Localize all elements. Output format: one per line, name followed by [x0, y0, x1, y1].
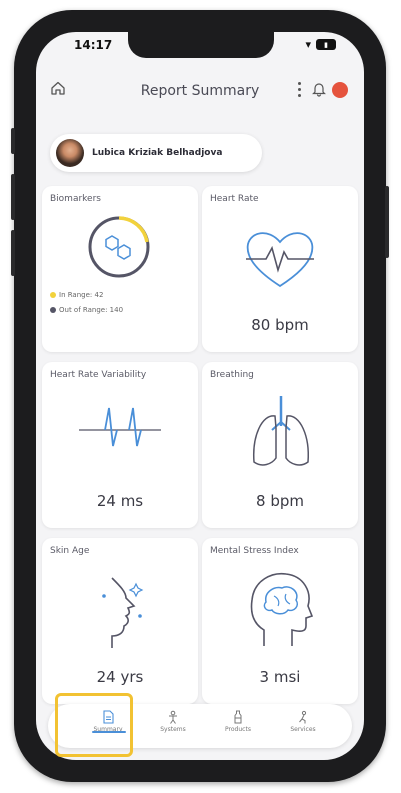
card-breathing[interactable]: Breathing 8 bpm: [202, 362, 358, 528]
card-mental-stress-index[interactable]: Mental Stress Index 3 msi: [202, 538, 358, 704]
nav-label: Systems: [160, 726, 186, 733]
status-icons: ▾ ▮: [305, 38, 336, 51]
out-of-range-label: Out of Range: 140: [59, 306, 124, 314]
notification-badge[interactable]: [332, 82, 348, 98]
service-icon: [299, 710, 307, 724]
user-profile-chip[interactable]: Lubica Kriziak Belhadjova: [50, 134, 262, 172]
body-icon: [169, 710, 177, 724]
face-profile-icon: [90, 572, 150, 656]
mental-stress-value: 3 msi: [259, 668, 301, 686]
hrv-value: 24 ms: [96, 492, 144, 510]
heart-rate-value: 80 bpm: [251, 316, 309, 334]
camera-notch: [128, 32, 274, 58]
breathing-value: 8 bpm: [256, 492, 304, 510]
battery-icon: ▮: [316, 39, 336, 50]
skin-age-value: 24 yrs: [96, 668, 144, 686]
active-tab-indicator: [92, 731, 126, 733]
app-screen: 14:17 ▾ ▮ Report Summary Lubica Kriziak …: [36, 32, 364, 760]
ecg-spikes-icon: [77, 402, 163, 456]
card-title: Breathing: [210, 370, 254, 380]
avatar: [56, 139, 84, 167]
card-title: Heart Rate: [210, 194, 259, 204]
phone-frame: 14:17 ▾ ▮ Report Summary Lubica Kriziak …: [11, 10, 389, 782]
card-heart-rate-variability[interactable]: Heart Rate Variability 24 ms: [42, 362, 198, 528]
legend-in-range: In Range: 42: [50, 291, 103, 299]
card-biomarkers[interactable]: Biomarkers In Range: 42 Out of Range: 14…: [42, 186, 198, 352]
card-heart-rate[interactable]: Heart Rate 80 bpm: [202, 186, 358, 352]
nav-item-systems[interactable]: Systems: [143, 710, 203, 733]
card-skin-age[interactable]: Skin Age 24 yrs: [42, 538, 198, 704]
document-icon: [103, 710, 114, 724]
mute-switch: [11, 128, 15, 154]
in-range-dot: [50, 292, 56, 298]
card-title: Biomarkers: [50, 194, 101, 204]
lungs-icon: [248, 392, 314, 476]
out-of-range-dot: [50, 307, 56, 313]
card-title: Skin Age: [50, 546, 90, 556]
more-menu-icon[interactable]: [298, 82, 302, 97]
app-header: Report Summary: [36, 72, 364, 112]
bottom-nav: Summary Systems Products Services: [48, 704, 352, 748]
volume-up-button: [11, 174, 15, 220]
nav-label: Products: [225, 726, 251, 733]
bottle-icon: [234, 710, 242, 724]
power-button: [385, 186, 389, 258]
nav-item-products[interactable]: Products: [208, 710, 268, 733]
nav-label: Services: [290, 726, 316, 733]
user-name: Lubica Kriziak Belhadjova: [92, 148, 223, 158]
card-title: Heart Rate Variability: [50, 370, 147, 380]
legend-out-of-range: Out of Range: 140: [50, 306, 123, 314]
head-brain-icon: [244, 566, 316, 654]
biomarkers-ring-icon: [84, 212, 154, 286]
bell-icon[interactable]: [312, 81, 326, 101]
in-range-label: In Range: 42: [59, 291, 104, 299]
card-title: Mental Stress Index: [210, 546, 299, 556]
wifi-icon: ▾: [305, 38, 311, 51]
heart-pulse-icon: [242, 226, 318, 296]
nav-item-services[interactable]: Services: [273, 710, 333, 733]
status-time: 14:17: [74, 38, 113, 52]
volume-down-button: [11, 230, 15, 276]
nav-item-summary[interactable]: Summary: [78, 710, 138, 733]
